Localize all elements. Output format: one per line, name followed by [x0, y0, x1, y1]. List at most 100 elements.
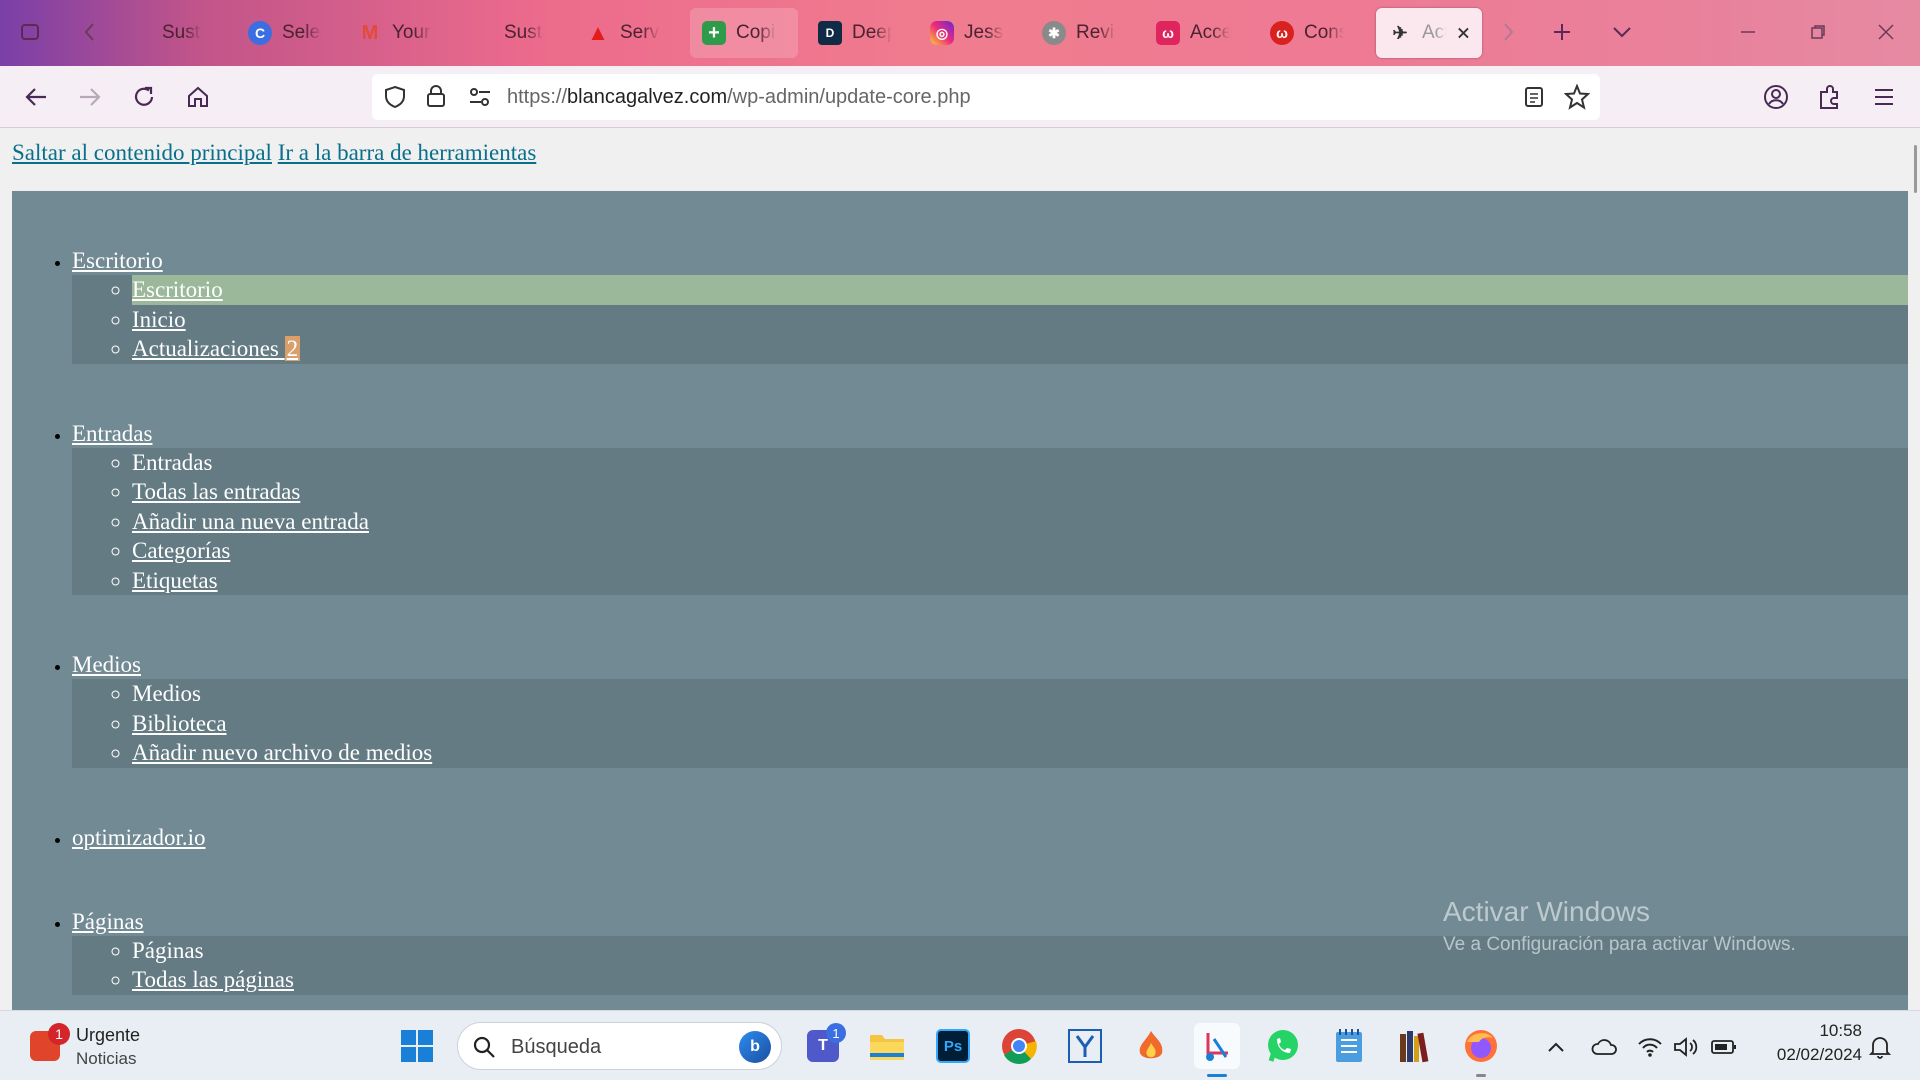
- bird-icon: ✈: [1392, 22, 1408, 43]
- submenu-link-etiquetas[interactable]: Etiquetas: [132, 568, 218, 593]
- menu-link-medios[interactable]: Medios: [72, 652, 141, 677]
- close-window-icon[interactable]: [1868, 14, 1904, 50]
- menu-link-paginas[interactable]: Páginas: [72, 909, 144, 934]
- submenu-header-medios: Medios: [132, 679, 1908, 709]
- news-widget[interactable]: 1 Urgente Noticias: [26, 1023, 156, 1071]
- submenu-link-escritorio[interactable]: Escritorio: [132, 277, 223, 302]
- tab-sustainability-1[interactable]: Susta: [150, 8, 214, 58]
- back-icon[interactable]: [18, 79, 54, 115]
- extensions-icon[interactable]: [1812, 79, 1848, 115]
- reader-view-icon[interactable]: [1524, 86, 1544, 113]
- wifi-icon[interactable]: [1636, 1033, 1664, 1061]
- admin-menu: Escritorio Escritorio Inicio Actualizaci…: [12, 191, 1908, 1010]
- submenu-link-nuevo-medio[interactable]: Añadir nuevo archivo de medios: [132, 740, 432, 765]
- shield-icon[interactable]: [384, 85, 406, 114]
- page-content: Saltar al contenido principal Ir a la ba…: [0, 129, 1920, 1010]
- tab-active-wordpress[interactable]: ✈ Act: [1376, 8, 1482, 58]
- submenu-link-todas-paginas[interactable]: Todas las páginas: [132, 967, 294, 992]
- taskbar-search[interactable]: Búsqueda b: [457, 1022, 782, 1070]
- submenu-item-todas-paginas: Todas las páginas: [132, 965, 1908, 995]
- teams-icon[interactable]: T 1: [800, 1023, 846, 1069]
- updates-count-badge: 2: [284, 336, 301, 361]
- list-all-tabs-icon[interactable]: [1604, 14, 1640, 50]
- submenu-item-escritorio: Escritorio: [132, 275, 1908, 305]
- navigation-toolbar: https://blancagalvez.com/wp-admin/update…: [0, 66, 1920, 128]
- tray-overflow-chevron-icon[interactable]: [1542, 1033, 1570, 1061]
- library-books-icon[interactable]: [1392, 1023, 1438, 1069]
- close-tab-icon[interactable]: [1457, 26, 1470, 40]
- submenu-item-categorias: Categorías: [132, 536, 1908, 566]
- volume-icon[interactable]: [1672, 1033, 1700, 1061]
- menu-link-entradas[interactable]: Entradas: [72, 421, 152, 446]
- submenu-link-actualizaciones[interactable]: Actualizaciones 2: [132, 336, 301, 361]
- submenu-link-biblioteca[interactable]: Biblioteca: [132, 711, 227, 736]
- account-icon[interactable]: [1758, 79, 1794, 115]
- tab-deepl[interactable]: D Deepl: [806, 8, 904, 58]
- submenu-item-etiquetas: Etiquetas: [132, 566, 1908, 596]
- menu-section-escritorio: Escritorio Escritorio Inicio Actualizaci…: [72, 191, 1908, 364]
- openai-icon: ✱: [1042, 21, 1066, 45]
- submenu-escritorio: Escritorio Inicio Actualizaciones 2: [72, 275, 1908, 364]
- gmail-icon: M: [361, 21, 379, 44]
- submenu-link-todas-entradas[interactable]: Todas las entradas: [132, 479, 300, 504]
- clock[interactable]: 10:58 02/02/2024: [1754, 1021, 1862, 1065]
- tab-openai[interactable]: ✱ Revisi: [1030, 8, 1128, 58]
- onedrive-cloud-icon[interactable]: [1590, 1033, 1618, 1061]
- url-text[interactable]: https://blancagalvez.com/wp-admin/update…: [507, 86, 971, 109]
- new-tab-icon[interactable]: [1544, 14, 1580, 50]
- forward-icon[interactable]: [72, 79, 108, 115]
- submenu-item-inicio: Inicio: [132, 305, 1908, 335]
- site-permissions-icon[interactable]: [468, 86, 492, 113]
- snipping-tool-icon[interactable]: [1194, 1023, 1240, 1077]
- minimize-icon[interactable]: [1730, 14, 1766, 50]
- notepad-icon[interactable]: [1326, 1023, 1372, 1069]
- updates-label: Actualizaciones: [132, 336, 279, 361]
- tab-sustainability-2[interactable]: Susta: [492, 8, 556, 58]
- menu-link-escritorio[interactable]: Escritorio: [72, 248, 163, 273]
- tab-acces[interactable]: ω Acces: [1144, 8, 1242, 58]
- submenu-link-categorias[interactable]: Categorías: [132, 538, 230, 563]
- scroll-tabs-right-icon[interactable]: [1490, 14, 1526, 50]
- skip-to-toolbar-link[interactable]: Ir a la barra de herramientas: [278, 140, 537, 165]
- bookmark-star-icon[interactable]: [1563, 83, 1591, 115]
- scroll-tabs-left-icon[interactable]: [72, 14, 108, 50]
- submenu-link-nueva-entrada[interactable]: Añadir una nueva entrada: [132, 509, 369, 534]
- tab-adobe-services[interactable]: ▲ Servic: [574, 8, 672, 58]
- submenu-link-inicio[interactable]: Inicio: [132, 307, 186, 332]
- submenu-entradas: Entradas Todas las entradas Añadir una n…: [72, 447, 1908, 596]
- bing-chat-icon[interactable]: b: [739, 1031, 771, 1063]
- windows-activation-watermark: Activar Windows Ve a Configuración para …: [1443, 896, 1796, 956]
- app-menu-icon[interactable]: [1866, 79, 1902, 115]
- tab-gmail[interactable]: M Your e: [346, 8, 444, 58]
- file-explorer-icon[interactable]: [864, 1023, 910, 1069]
- home-icon[interactable]: [180, 79, 216, 115]
- yandex-icon[interactable]: [1062, 1023, 1108, 1069]
- menu-link-optimizador[interactable]: optimizador.io: [72, 825, 206, 850]
- news-subtitle: Noticias: [76, 1049, 137, 1068]
- watermark-subtitle: Ve a Configuración para activar Windows.: [1443, 934, 1796, 955]
- notifications-bell-icon[interactable]: [1866, 1033, 1894, 1061]
- lock-icon[interactable]: [426, 84, 446, 113]
- tab-overview-icon[interactable]: [12, 14, 48, 50]
- tab-consu[interactable]: ω Consu: [1258, 8, 1356, 58]
- page-scrollbar[interactable]: [1914, 145, 1917, 193]
- url-domain: blancagalvez.com: [567, 86, 728, 108]
- whatsapp-icon[interactable]: [1260, 1023, 1306, 1069]
- menu-section-entradas: Entradas Entradas Todas las entradas Aña…: [72, 364, 1908, 596]
- windows-start-icon[interactable]: [394, 1023, 440, 1069]
- tab-select[interactable]: C Select: [236, 8, 334, 58]
- tab-copia-sheet[interactable]: + Copia: [690, 8, 798, 58]
- w-letter-icon: ω: [1156, 21, 1180, 45]
- reload-icon[interactable]: [126, 79, 162, 115]
- address-bar[interactable]: https://blancagalvez.com/wp-admin/update…: [372, 74, 1600, 120]
- battery-icon[interactable]: [1710, 1033, 1738, 1061]
- skip-to-content-link[interactable]: Saltar al contenido principal: [12, 140, 272, 165]
- photoshop-icon[interactable]: Ps: [930, 1023, 976, 1069]
- tab-instagram[interactable]: ◎ Jessie: [918, 8, 1016, 58]
- chrome-icon[interactable]: [996, 1023, 1042, 1069]
- fire-app-icon[interactable]: [1128, 1023, 1174, 1069]
- url-path: /wp-admin/update-core.php: [727, 86, 971, 108]
- firefox-icon[interactable]: [1458, 1023, 1504, 1077]
- submenu-item-nuevo-medio: Añadir nuevo archivo de medios: [132, 738, 1908, 768]
- restore-icon[interactable]: [1800, 14, 1836, 50]
